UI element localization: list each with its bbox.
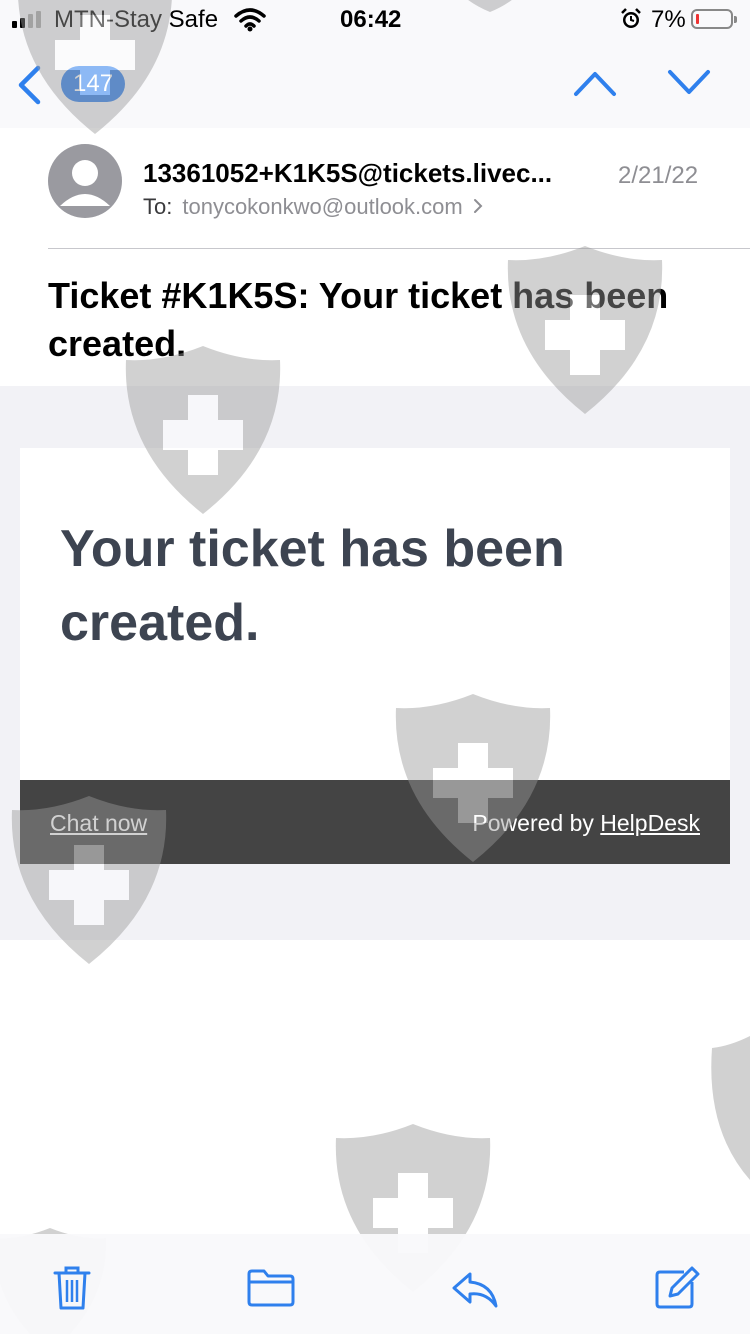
email-body: Your ticket has been created. Chat now P…: [0, 386, 750, 940]
avatar[interactable]: [48, 144, 122, 218]
compose-icon[interactable]: [654, 1266, 700, 1312]
chevron-down-icon[interactable]: [666, 68, 712, 98]
subject-line: Ticket #K1K5S: Your ticket has been crea…: [48, 275, 669, 364]
body-heading: Your ticket has been created.: [60, 520, 565, 652]
folder-icon[interactable]: [246, 1268, 296, 1308]
battery-icon: [691, 9, 737, 29]
bottom-toolbar: [0, 1234, 750, 1334]
powered-by-prefix: Powered by: [472, 810, 594, 836]
person-icon: [60, 160, 110, 206]
signal-icon: [12, 11, 41, 28]
nav-bar: 147: [0, 40, 750, 128]
carrier-name: MTN-Stay Safe: [54, 6, 219, 33]
clock: 06:42: [340, 6, 402, 33]
helpdesk-link[interactable]: HelpDesk: [600, 810, 700, 836]
recipient-row[interactable]: To: tonycokonkwo@outlook.com: [143, 194, 483, 220]
chevron-right-icon[interactable]: [473, 198, 483, 214]
recipient-address[interactable]: tonycokonkwo@outlook.com: [182, 194, 462, 219]
powered-by-text: Powered by HelpDesk: [472, 810, 700, 837]
wifi-icon: [234, 8, 266, 32]
unread-count-badge[interactable]: 147: [61, 66, 126, 102]
battery-percent: 7%: [651, 6, 686, 33]
chat-now-link[interactable]: Chat now: [50, 810, 147, 837]
status-bar: MTN-Stay Safe 06:42 7%: [0, 0, 750, 40]
message-date: 2/21/22: [618, 162, 699, 189]
alarm-icon: [621, 8, 641, 28]
chevron-up-icon[interactable]: [572, 68, 618, 98]
sender-address[interactable]: 13361052+K1K5S@tickets.livec...: [143, 158, 603, 189]
shield-watermark-icon: [711, 1036, 750, 1180]
chevron-left-icon[interactable]: [14, 64, 44, 106]
to-label: To:: [143, 194, 173, 219]
reply-icon[interactable]: [450, 1270, 500, 1310]
message-header: 13361052+K1K5S@tickets.livec... 2/21/22 …: [0, 128, 750, 386]
content-card: Your ticket has been created.: [20, 448, 730, 780]
divider: [48, 248, 750, 249]
trash-icon[interactable]: [52, 1264, 92, 1312]
email-footer-bar: Chat now Powered by HelpDesk: [20, 780, 730, 864]
